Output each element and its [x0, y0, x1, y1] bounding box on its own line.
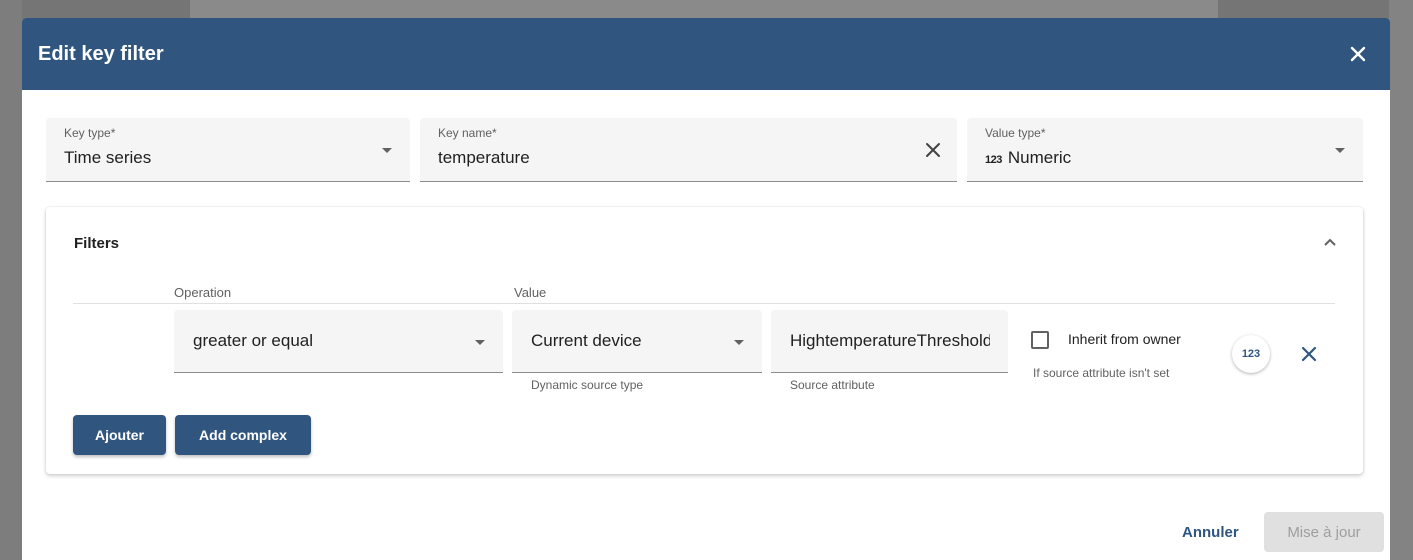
value-type-select[interactable]: Value type* 123 Numeric: [967, 118, 1363, 182]
inherit-from-owner-label: Inherit from owner: [1068, 331, 1181, 347]
operation-select[interactable]: greater or equal: [174, 310, 503, 373]
close-icon: [1301, 346, 1317, 362]
cancel-button[interactable]: Annuler: [1182, 524, 1239, 541]
value-column-header: Value: [514, 285, 547, 300]
source-attribute-value: HightemperatureThreshold: [790, 331, 990, 350]
key-type-label: Key type*: [64, 126, 116, 140]
close-icon: [926, 143, 940, 157]
inherit-hint: If source attribute isn't set: [1033, 366, 1170, 380]
add-complex-filter-button[interactable]: Add complex: [175, 415, 311, 455]
chevron-up-icon: [1324, 238, 1336, 246]
key-type-value: Time series: [64, 148, 152, 167]
collapse-filters-button[interactable]: [1319, 231, 1341, 253]
filters-title: Filters: [74, 235, 120, 252]
remove-filter-button[interactable]: [1295, 340, 1323, 368]
value-type-value: 123 Numeric: [985, 148, 1071, 168]
background-right-strip: [1389, 0, 1413, 560]
background-top-bar: [190, 0, 1218, 18]
key-name-value: temperature: [438, 148, 530, 167]
source-type-hint: Dynamic source type: [531, 378, 644, 392]
operation-column-header: Operation: [174, 285, 232, 300]
clear-key-name-button[interactable]: [921, 138, 945, 162]
key-name-label: Key name*: [438, 126, 497, 140]
close-icon: [1350, 46, 1366, 62]
source-type-select[interactable]: Current device: [512, 310, 762, 373]
value-type-toggle-button[interactable]: 123: [1232, 335, 1270, 373]
key-name-input[interactable]: Key name* temperature: [420, 118, 957, 182]
value-type-label: Value type*: [985, 126, 1046, 140]
dialog-title: Edit key filter: [38, 42, 164, 65]
source-attribute-input[interactable]: HightemperatureThreshold: [771, 310, 1008, 373]
operation-value: greater or equal: [193, 331, 314, 350]
filters-panel: Filters Operation Value greater or equal…: [46, 207, 1363, 474]
add-filter-button[interactable]: Ajouter: [73, 415, 166, 455]
dialog-header: Edit key filter: [22, 18, 1390, 90]
chevron-down-icon: [382, 148, 392, 153]
close-dialog-button[interactable]: [1342, 38, 1374, 70]
inherit-from-owner-checkbox[interactable]: [1031, 331, 1049, 349]
numeric-icon: 123: [985, 154, 1002, 166]
value-type-text: Numeric: [1007, 148, 1072, 167]
edit-key-filter-dialog: Edit key filter Key type* Time series Ke…: [22, 18, 1390, 560]
source-type-value: Current device: [531, 331, 642, 350]
update-button[interactable]: Mise à jour: [1264, 512, 1384, 552]
chevron-down-icon: [1335, 148, 1345, 153]
chevron-down-icon: [475, 340, 485, 345]
source-attribute-hint: Source attribute: [790, 378, 875, 392]
header-divider: [73, 303, 1335, 304]
chevron-down-icon: [734, 340, 744, 345]
key-type-select[interactable]: Key type* Time series: [46, 118, 410, 182]
background-left-strip: [0, 0, 22, 560]
